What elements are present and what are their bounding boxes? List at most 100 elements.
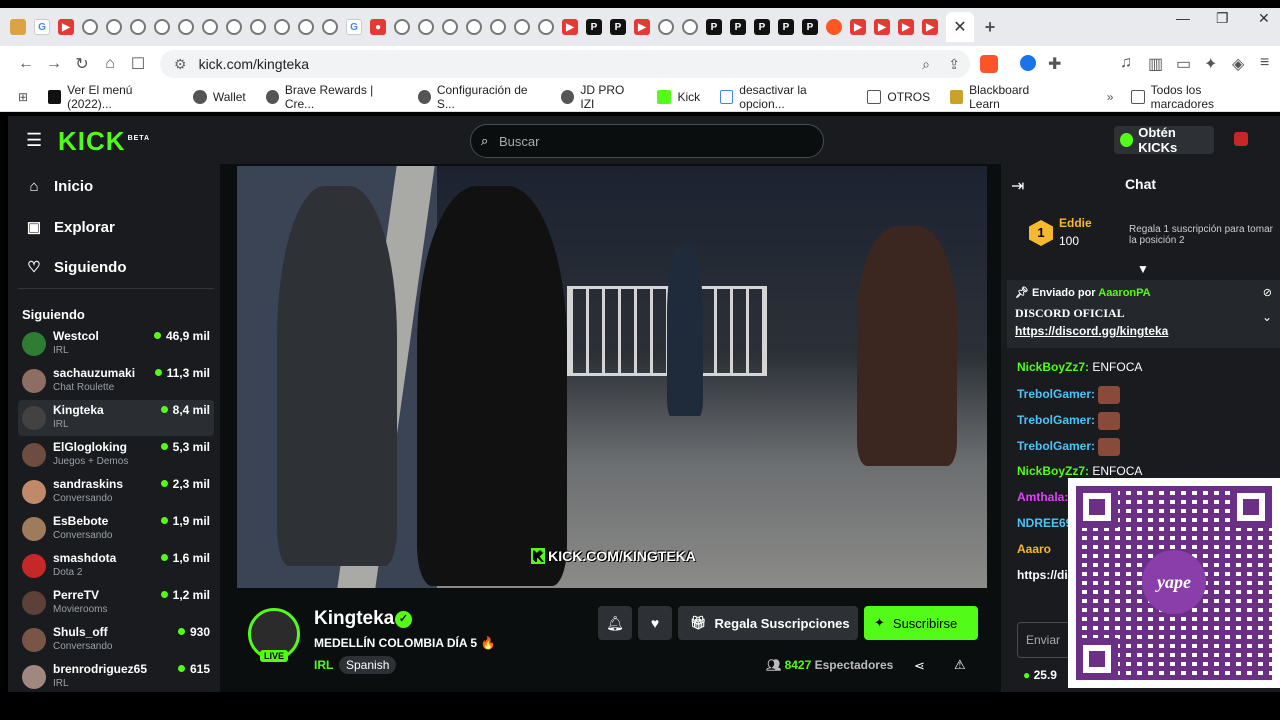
chat-message[interactable]: https://dis <box>1017 568 1074 582</box>
tab-icon[interactable] <box>466 19 482 35</box>
chat-username[interactable]: NDREE69 <box>1017 516 1072 530</box>
chat-message[interactable]: TrebolGamer: <box>1017 438 1121 456</box>
leo-icon[interactable]: ✦ <box>1204 54 1217 74</box>
chat-username[interactable]: Aaaro <box>1017 542 1051 556</box>
report-warning-icon[interactable]: ⚠ <box>954 657 966 673</box>
chat-message[interactable]: NDREE69 <box>1017 516 1072 530</box>
chat-username[interactable]: TrebolGamer: <box>1017 387 1095 401</box>
bookmark-item[interactable]: Kick <box>657 89 700 104</box>
tab-icon[interactable] <box>322 19 338 35</box>
bookmark-item[interactable]: Brave Rewards | Cre... <box>265 83 398 111</box>
home-icon[interactable]: ⌂ <box>96 55 124 73</box>
channel-name[interactable]: Kingteka <box>314 608 394 630</box>
vpn-icon[interactable]: ◈ <box>1232 54 1244 74</box>
follow-heart-icon[interactable]: ♥ <box>638 606 672 640</box>
p-icon[interactable]: P <box>802 19 818 35</box>
site-info-icon[interactable]: ⚙ <box>174 56 187 73</box>
chevron-right-icon[interactable]: » <box>1107 90 1114 104</box>
folder-icon[interactable] <box>10 19 26 35</box>
share-icon[interactable]: ⇪ <box>948 56 960 73</box>
back-icon[interactable]: ← <box>12 55 40 73</box>
p-icon[interactable]: P <box>778 19 794 35</box>
bookmark-folder[interactable]: OTROS <box>867 89 930 104</box>
orange-circle-icon[interactable] <box>826 19 842 35</box>
search-input[interactable]: ⌕ Buscar <box>470 124 824 158</box>
following-item[interactable]: brenrodriguez65 IRL 615 <box>18 659 214 695</box>
puzzle-icon[interactable]: ✚ <box>1048 54 1061 74</box>
pinned-link[interactable]: https://discord.gg/kingteka <box>1015 324 1272 338</box>
following-item[interactable]: Shuls_off Conversando 930 <box>18 622 214 658</box>
youtube-icon[interactable]: ▶ <box>898 19 914 35</box>
bookmark-icon[interactable]: ☐ <box>124 54 152 74</box>
p-icon[interactable]: P <box>730 19 746 35</box>
tab-icon[interactable] <box>226 19 242 35</box>
extension-icon[interactable] <box>1020 55 1036 71</box>
menu-icon[interactable]: ≡ <box>1260 54 1269 72</box>
share-icon[interactable]: ⋖ <box>914 658 925 674</box>
youtube-icon[interactable]: ▶ <box>922 19 938 35</box>
tab-icon[interactable] <box>682 19 698 35</box>
tab-icon[interactable] <box>658 19 674 35</box>
notification-bell-icon[interactable]: 🔔︎ <box>598 606 632 640</box>
avatar[interactable] <box>1234 132 1248 146</box>
bookmark-item[interactable]: Blackboard Learn <box>950 83 1057 111</box>
hamburger-menu-icon[interactable]: ☰ <box>26 130 42 151</box>
chat-username[interactable]: NickBoyZz7: <box>1017 464 1089 478</box>
all-bookmarks-folder[interactable]: Todos los marcadores <box>1131 83 1260 111</box>
p-icon[interactable]: P <box>754 19 770 35</box>
youtube-icon[interactable]: ▶ <box>874 19 890 35</box>
zoom-icon[interactable]: ⌕ <box>922 56 930 73</box>
chat-message[interactable]: NickBoyZz7: ENFOCA <box>1017 360 1142 374</box>
get-kicks-button[interactable]: Obtén KICKs <box>1114 125 1214 155</box>
wallet-icon[interactable]: ▭ <box>1176 54 1191 74</box>
language-tag[interactable]: Spanish <box>339 656 397 674</box>
chat-username[interactable]: Amthala: <box>1017 490 1068 504</box>
tab-icon[interactable] <box>154 19 170 35</box>
tab-icon[interactable] <box>130 19 146 35</box>
gift-subs-button[interactable]: 🎁︎ Regala Suscripciones <box>678 606 858 640</box>
kick-logo[interactable]: KICK BETA <box>58 126 150 157</box>
following-item[interactable]: sachauzumaki Chat Roulette 11,3 mil <box>18 363 214 399</box>
tab-icon[interactable] <box>250 19 266 35</box>
nav-explore[interactable]: ▣ Explorar <box>26 218 115 237</box>
brave-shield-icon[interactable] <box>980 55 998 73</box>
hide-pin-icon[interactable]: ⊘ <box>1263 286 1272 299</box>
google-icon[interactable]: G <box>346 19 362 35</box>
record-icon[interactable]: ● <box>370 19 386 35</box>
nav-following[interactable]: ♡ Siguiendo <box>26 258 126 277</box>
bookmark-item[interactable]: JD PRO IZI <box>561 83 637 111</box>
following-item[interactable]: smashdota Dota 2 1,6 mil <box>18 548 214 584</box>
bookmark-item[interactable]: Ver El menú (2022)... <box>48 83 173 111</box>
filter-icon[interactable]: ▼ <box>1137 262 1149 276</box>
p-icon[interactable]: P <box>706 19 722 35</box>
reload-icon[interactable]: ↻ <box>68 54 96 74</box>
forward-icon[interactable]: → <box>40 55 68 73</box>
sidebar-toggle-icon[interactable]: ▥ <box>1148 54 1163 74</box>
p-icon[interactable]: P <box>586 19 602 35</box>
tab-icon[interactable] <box>82 19 98 35</box>
url-field[interactable]: ⚙ kick.com/kingteka ⌕ ⇪ <box>160 50 970 78</box>
tab-icon[interactable] <box>538 19 554 35</box>
tab-icon[interactable] <box>106 19 122 35</box>
following-item[interactable]: Westcol IRL 46,9 mil <box>18 326 214 362</box>
chat-username[interactable]: TrebolGamer: <box>1017 439 1095 453</box>
tab-close-icon[interactable]: ✕ <box>946 12 974 42</box>
tab-icon[interactable] <box>274 19 290 35</box>
youtube-icon[interactable]: ▶ <box>634 19 650 35</box>
following-item[interactable]: ElGlogloking Juegos + Demos 5,3 mil <box>18 437 214 473</box>
bookmark-item[interactable]: desactivar la opcion... <box>720 83 847 111</box>
chat-username[interactable]: https://dis <box>1017 568 1074 582</box>
following-item[interactable]: EsBebote Conversando 1,9 mil <box>18 511 214 547</box>
minimize-icon[interactable]: — <box>1176 10 1190 26</box>
stream-category[interactable]: IRL <box>314 658 333 672</box>
window-close-icon[interactable]: ✕ <box>1258 10 1270 27</box>
restore-icon[interactable]: ❐ <box>1216 10 1229 27</box>
p-icon[interactable]: P <box>610 19 626 35</box>
chat-message[interactable]: TrebolGamer: <box>1017 412 1121 430</box>
tab-icon[interactable] <box>442 19 458 35</box>
chat-message[interactable]: TrebolGamer: <box>1017 386 1121 404</box>
tab-icon[interactable] <box>418 19 434 35</box>
tab-icon[interactable] <box>514 19 530 35</box>
chat-message[interactable]: NickBoyZz7: ENFOCA <box>1017 464 1142 478</box>
chat-username[interactable]: TrebolGamer: <box>1017 413 1095 427</box>
